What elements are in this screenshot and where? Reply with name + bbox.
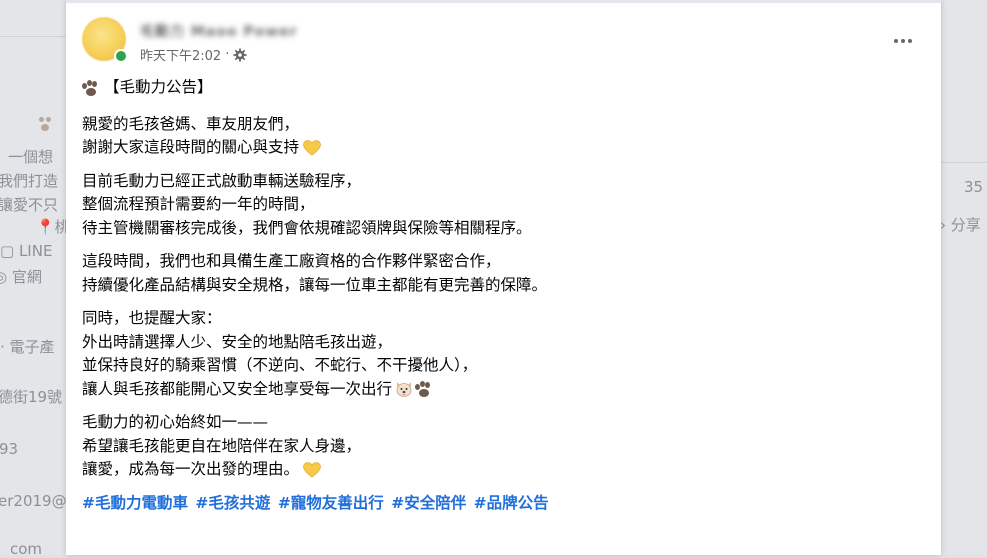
text-line: 讓人與毛孩都能開心又安全地享受每一次出行 <box>82 378 922 402</box>
post-title: 【毛動力公告】 <box>104 78 213 96</box>
background-text: com <box>10 540 43 558</box>
text-line: 外出時請選擇人少、安全的地點陪毛孩出遊， <box>82 332 393 351</box>
gear-icon[interactable] <box>233 47 247 62</box>
text-line: 並保持良好的騎乘習慣（不逆向、不蛇行、不干擾他人）， <box>82 356 478 374</box>
text-line: 謝謝大家這段時間的關心與支持 <box>82 136 922 160</box>
background-paw-icon <box>38 117 52 131</box>
paw-icon <box>82 79 100 96</box>
author-name[interactable]: 毛動力 Maoo Power <box>140 21 298 41</box>
paragraph-partners: 這段時間，我們也和具備生產工廠資格的合作夥伴緊密合作， 持續優化產品結構與安全規… <box>82 250 922 297</box>
text-line: 同時，也提醒大家： <box>82 309 222 327</box>
paragraph-inspection: 目前毛動力已經正式啟動車輛送驗程序， 整個流程預計需要約一年的時間， 待主管機關… <box>82 170 922 241</box>
background-text: 德街19號 <box>0 388 63 406</box>
hashtag-link[interactable]: #安全陪伴 <box>391 494 466 512</box>
text-line: 目前毛動力已經正式啟動車輛送驗程序， <box>82 171 362 190</box>
share-arrow-icon: › <box>940 216 951 234</box>
text-line: 希望讓毛孩能更自在地陪伴在家人身邊， <box>82 436 362 455</box>
background-text: · 電子產 <box>0 338 55 356</box>
text-line: 持續優化產品結構與安全規格，讓每一位車主都能有更完善的保障。 <box>82 275 548 294</box>
background-text: 讓愛不只 <box>0 196 59 214</box>
paragraph-closing: 毛動力的初心始終如一—— 希望讓毛孩能更自在地陪伴在家人身邊， 讓愛，成為每一次… <box>82 411 922 482</box>
post-timestamp[interactable]: 昨天下午2:02 <box>140 45 221 64</box>
background-divider <box>0 36 66 37</box>
hashtag-link[interactable]: #毛孩共遊 <box>195 494 270 512</box>
background-share-button: › 分享 <box>940 216 981 234</box>
post-body: 【毛動力公告】 親愛的毛孩爸媽、車友朋友們， 謝謝大家這段時間的關心與支持 目前… <box>82 76 922 515</box>
post-meta: 昨天下午2:02 · <box>140 45 247 64</box>
online-status-dot <box>114 49 128 63</box>
background-text: ◎ 官網 <box>0 266 42 287</box>
more-options-button[interactable] <box>889 29 917 53</box>
paragraph-reminder: 同時，也提醒大家： 外出時請選擇人少、安全的地點陪毛孩出遊， 並保持良好的騎乘習… <box>82 307 922 401</box>
text-line: 待主管機關審核完成後，我們會依規確認領牌與保險等相關程序。 <box>82 218 532 237</box>
post-title-line: 【毛動力公告】 <box>82 76 922 100</box>
background-count: 35 <box>964 178 984 196</box>
card-top-border <box>66 0 941 3</box>
text-line: 親愛的毛孩爸媽、車友朋友們， <box>82 114 300 133</box>
hashtag-list: #毛動力電動車 #毛孩共遊 #寵物友善出行 #安全陪伴 #品牌公告 <box>82 492 922 516</box>
background-text: ▢ LINE <box>0 242 53 260</box>
background-text: 我們打造 <box>0 172 59 190</box>
text-line: 整個流程預計需要約一年的時間， <box>82 195 315 213</box>
background-bullet-icon: ▢ <box>0 242 19 260</box>
hashtag-link[interactable]: #毛動力電動車 <box>82 494 188 512</box>
background-text: 📍桃 <box>36 218 70 236</box>
text-line: 讓愛，成為每一次出發的理由。 <box>82 458 922 482</box>
hashtag-link[interactable]: #品牌公告 <box>474 494 549 512</box>
paw-icon <box>415 381 433 397</box>
background-right-column <box>941 0 987 555</box>
hashtag-link[interactable]: #寵物友善出行 <box>278 494 384 512</box>
text-line: 毛動力的初心始終如一—— <box>82 413 269 431</box>
dog-face-icon <box>396 382 412 397</box>
post-card: 毛動力 Maoo Power 昨天下午2:02 · 【毛動力公告】 親愛的毛孩爸… <box>66 0 941 555</box>
location-pin-icon: 📍 <box>36 218 55 236</box>
yellow-heart-icon <box>303 139 321 156</box>
paragraph-greeting: 親愛的毛孩爸媽、車友朋友們， 謝謝大家這段時間的關心與支持 <box>82 113 922 160</box>
background-text: 一個想 <box>8 148 54 166</box>
post-header: 毛動力 Maoo Power 昨天下午2:02 · <box>80 15 925 65</box>
meta-separator: · <box>225 47 230 62</box>
more-options-icon <box>894 39 898 43</box>
background-divider <box>941 162 987 163</box>
yellow-heart-icon <box>303 461 321 478</box>
background-text: er2019@ <box>0 492 67 510</box>
background-text: 93 <box>0 440 19 458</box>
text-line: 這段時間，我們也和具備生產工廠資格的合作夥伴緊密合作， <box>82 252 501 270</box>
globe-icon: ◎ <box>0 268 8 286</box>
